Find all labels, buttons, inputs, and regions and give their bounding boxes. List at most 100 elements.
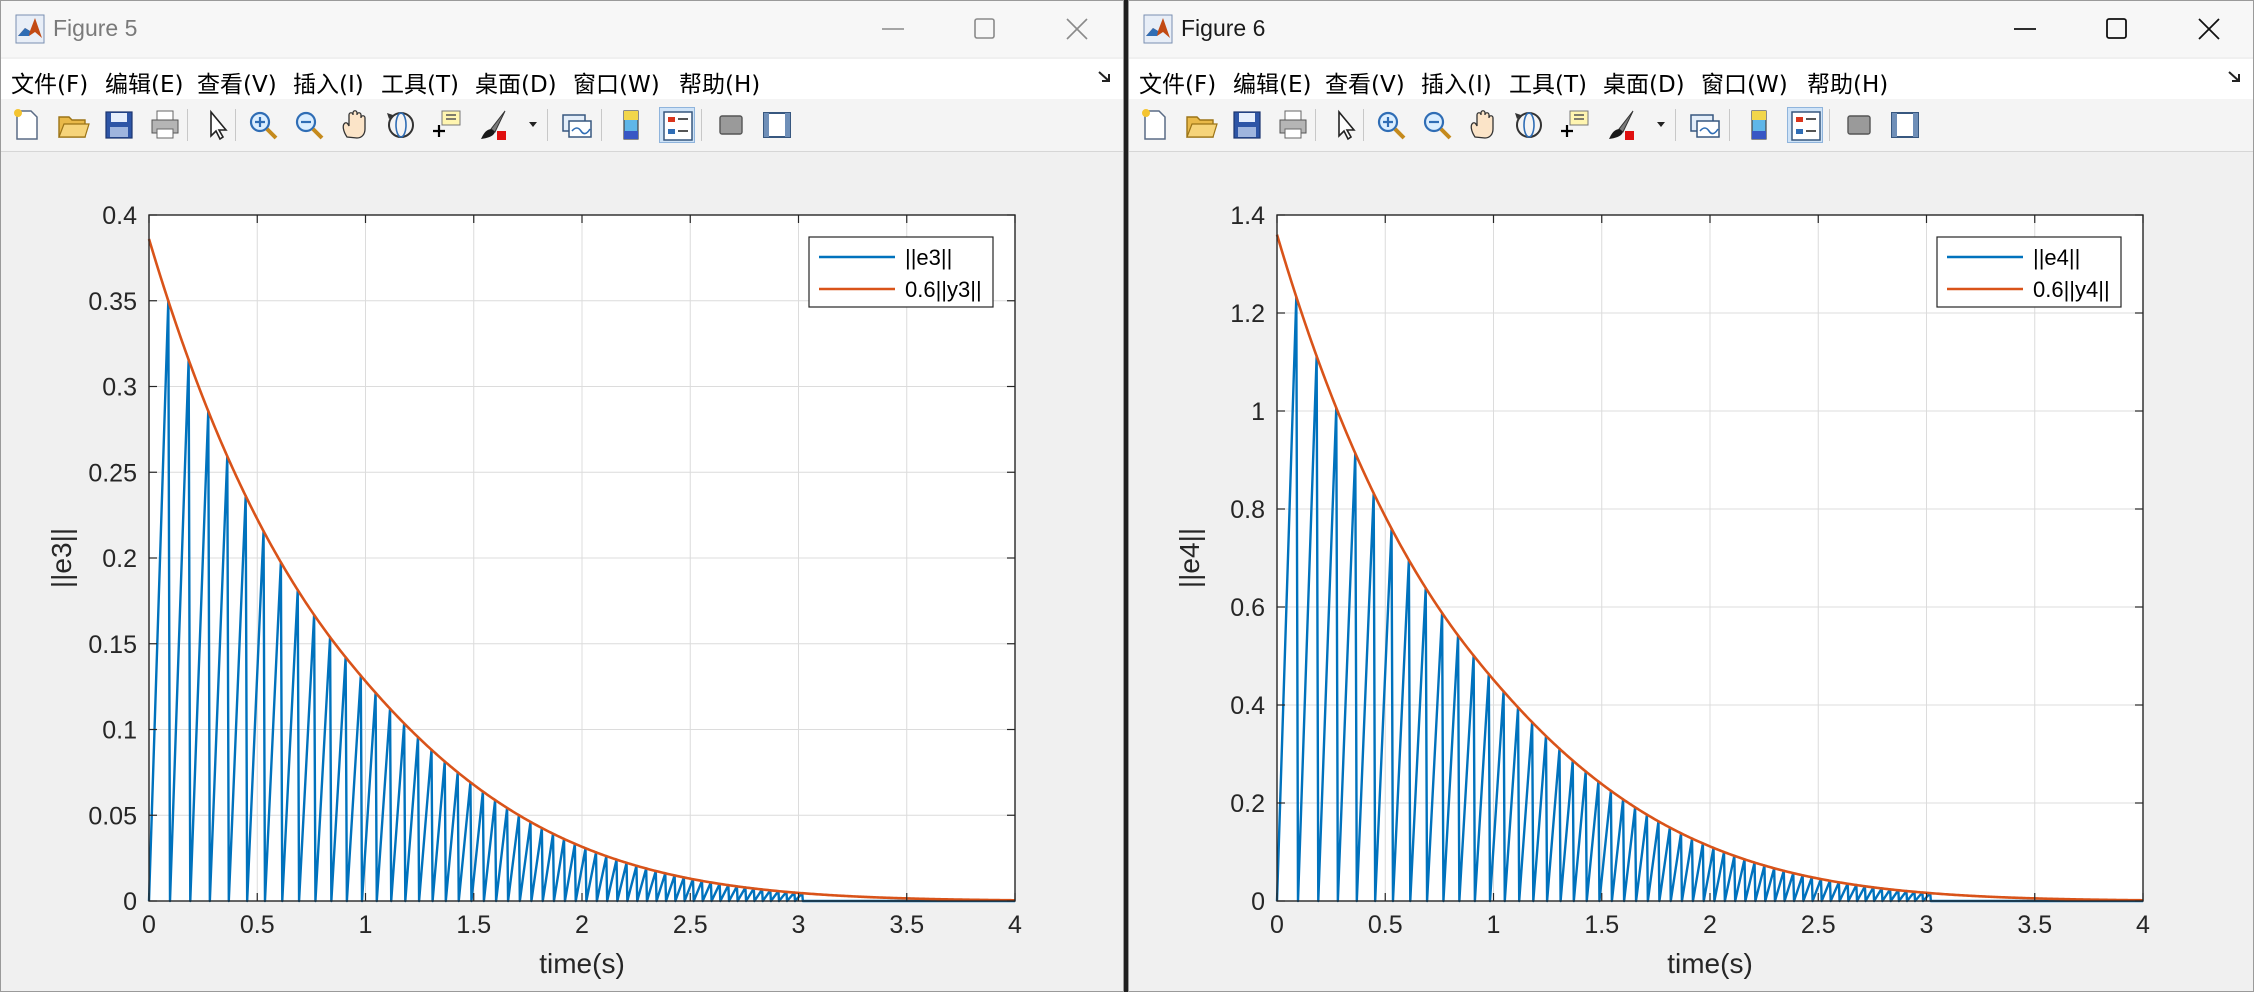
maximize-button[interactable] bbox=[939, 1, 1031, 57]
legend[interactable]: ||e3|| 0.6||y3|| bbox=[808, 236, 994, 308]
pan-hand-button[interactable] bbox=[337, 107, 373, 143]
y-tick-label: 0.4 bbox=[102, 202, 137, 230]
menu-desktop[interactable]: 桌面(D) bbox=[1603, 65, 1685, 99]
rotate-3d-button[interactable] bbox=[1511, 107, 1547, 143]
minimize-button[interactable] bbox=[1979, 1, 2071, 57]
hide-plot-tools-icon bbox=[1847, 115, 1871, 135]
menu-view[interactable]: 查看(V) bbox=[197, 65, 277, 99]
legend-entry-label: 0.6||y4|| bbox=[2033, 277, 2110, 302]
legend[interactable]: ||e4|| 0.6||y4|| bbox=[1936, 236, 2122, 308]
legend-button[interactable] bbox=[1787, 107, 1823, 143]
pointer-button[interactable] bbox=[1327, 107, 1363, 143]
hide-plot-tools-button[interactable] bbox=[1841, 107, 1877, 143]
figure-window-5: Figure 5 文件(F) 编辑(E) 查看(V) 插入(I) 工具(T) 桌… bbox=[0, 0, 1124, 992]
toolbar-separator bbox=[235, 109, 236, 141]
link-plot-button[interactable] bbox=[1687, 107, 1723, 143]
legend-entry-label: ||e3|| bbox=[905, 245, 952, 270]
show-plot-tools-button[interactable] bbox=[1887, 107, 1923, 143]
close-button[interactable] bbox=[1031, 1, 1123, 57]
legend-entry-label: ||e4|| bbox=[2033, 245, 2080, 270]
figure-toolbar bbox=[1129, 99, 2253, 152]
menu-file[interactable]: 文件(F) bbox=[11, 65, 88, 99]
zoom-out-button[interactable] bbox=[1419, 107, 1455, 143]
maximize-button[interactable] bbox=[2071, 1, 2163, 57]
legend-button[interactable] bbox=[659, 107, 695, 143]
menu-insert[interactable]: 插入(I) bbox=[293, 65, 364, 99]
open-file-button[interactable] bbox=[1183, 107, 1219, 143]
save-icon bbox=[1233, 111, 1261, 139]
x-tick-label: 1.5 bbox=[1584, 911, 1619, 939]
close-button[interactable] bbox=[2163, 1, 2253, 57]
save-button[interactable] bbox=[101, 107, 137, 143]
menu-help[interactable]: 帮助(H) bbox=[1807, 65, 1888, 99]
y-tick-label: 1.4 bbox=[1230, 202, 1265, 230]
menu-edit[interactable]: 编辑(E) bbox=[105, 65, 183, 99]
x-tick-label: 3 bbox=[792, 911, 806, 939]
x-tick-label: 0.5 bbox=[240, 911, 275, 939]
x-tick-label: 4 bbox=[2136, 911, 2150, 939]
toolbar-separator bbox=[701, 109, 702, 141]
brush-icon bbox=[1609, 110, 1634, 140]
menu-window[interactable]: 窗口(W) bbox=[1701, 65, 1788, 99]
menu-edit[interactable]: 编辑(E) bbox=[1233, 65, 1311, 99]
toolbar-separator bbox=[187, 109, 188, 141]
link-plot-icon bbox=[1690, 114, 1720, 138]
rotate-3d-icon bbox=[1515, 112, 1542, 138]
menu-file[interactable]: 文件(F) bbox=[1139, 65, 1216, 99]
new-figure-button[interactable] bbox=[9, 107, 45, 143]
save-button[interactable] bbox=[1229, 107, 1265, 143]
pointer-button[interactable] bbox=[199, 107, 235, 143]
brush-button[interactable] bbox=[1605, 107, 1641, 143]
toolbar-separator bbox=[1363, 109, 1364, 141]
open-file-button[interactable] bbox=[55, 107, 91, 143]
zoom-out-button[interactable] bbox=[291, 107, 327, 143]
y-axis-label: ||e4|| bbox=[1174, 528, 1205, 588]
pointer-icon bbox=[210, 109, 228, 141]
y-tick-label: 1.2 bbox=[1230, 300, 1265, 328]
menu-desktop[interactable]: 桌面(D) bbox=[475, 65, 557, 99]
brush-dropdown-button[interactable] bbox=[1655, 107, 1669, 143]
rotate-3d-button[interactable] bbox=[383, 107, 419, 143]
title-bar[interactable]: Figure 6 bbox=[1129, 1, 2253, 57]
print-button[interactable] bbox=[147, 107, 183, 143]
zoom-out-icon bbox=[295, 111, 324, 140]
x-tick-label: 2.5 bbox=[673, 911, 708, 939]
zoom-in-button[interactable] bbox=[245, 107, 281, 143]
dock-arrow-icon[interactable] bbox=[1097, 69, 1113, 85]
maximize-icon bbox=[2106, 18, 2127, 39]
x-axis-label: time(s) bbox=[539, 948, 625, 979]
print-button[interactable] bbox=[1275, 107, 1311, 143]
title-bar[interactable]: Figure 5 bbox=[1, 1, 1123, 57]
menu-view[interactable]: 查看(V) bbox=[1325, 65, 1405, 99]
data-cursor-button[interactable] bbox=[429, 107, 465, 143]
show-plot-tools-button[interactable] bbox=[759, 107, 795, 143]
x-tick-label: 1 bbox=[359, 911, 373, 939]
x-tick-label: 3.5 bbox=[2017, 911, 2052, 939]
menu-insert[interactable]: 插入(I) bbox=[1421, 65, 1492, 99]
dock-arrow-icon[interactable] bbox=[2227, 69, 2243, 85]
colorbar-icon bbox=[623, 110, 639, 140]
colorbar-button[interactable] bbox=[1741, 107, 1777, 143]
menu-help[interactable]: 帮助(H) bbox=[679, 65, 760, 99]
link-plot-button[interactable] bbox=[559, 107, 595, 143]
brush-dropdown-button[interactable] bbox=[527, 107, 541, 143]
minimize-button[interactable] bbox=[847, 1, 939, 57]
colorbar-button[interactable] bbox=[613, 107, 649, 143]
show-plot-tools-icon bbox=[1891, 112, 1919, 138]
y-tick-label: 0 bbox=[123, 888, 137, 916]
menu-tools[interactable]: 工具(T) bbox=[381, 65, 459, 99]
open-file-icon bbox=[58, 116, 90, 138]
plot-area[interactable]: 0 0.5 1 1.5 2 2.5 3 3.5 4 0 0.05 0.1 0.15 0.2 0.25 0.3 0… bbox=[1, 153, 1124, 992]
menu-window[interactable]: 窗口(W) bbox=[573, 65, 660, 99]
hide-plot-tools-button[interactable] bbox=[713, 107, 749, 143]
data-cursor-button[interactable] bbox=[1557, 107, 1593, 143]
y-tick-label: 0 bbox=[1251, 888, 1265, 916]
zoom-in-button[interactable] bbox=[1373, 107, 1409, 143]
new-figure-button[interactable] bbox=[1137, 107, 1173, 143]
plot-area[interactable]: 0 0.5 1 1.5 2 2.5 3 3.5 4 0 0.2 0.4 0.6 0.8 1 1.2 1.4 tim… bbox=[1129, 153, 2254, 992]
window-title: Figure 6 bbox=[1181, 15, 1266, 41]
pan-hand-button[interactable] bbox=[1465, 107, 1501, 143]
x-tick-label: 1 bbox=[1487, 911, 1501, 939]
menu-tools[interactable]: 工具(T) bbox=[1509, 65, 1587, 99]
brush-button[interactable] bbox=[477, 107, 513, 143]
